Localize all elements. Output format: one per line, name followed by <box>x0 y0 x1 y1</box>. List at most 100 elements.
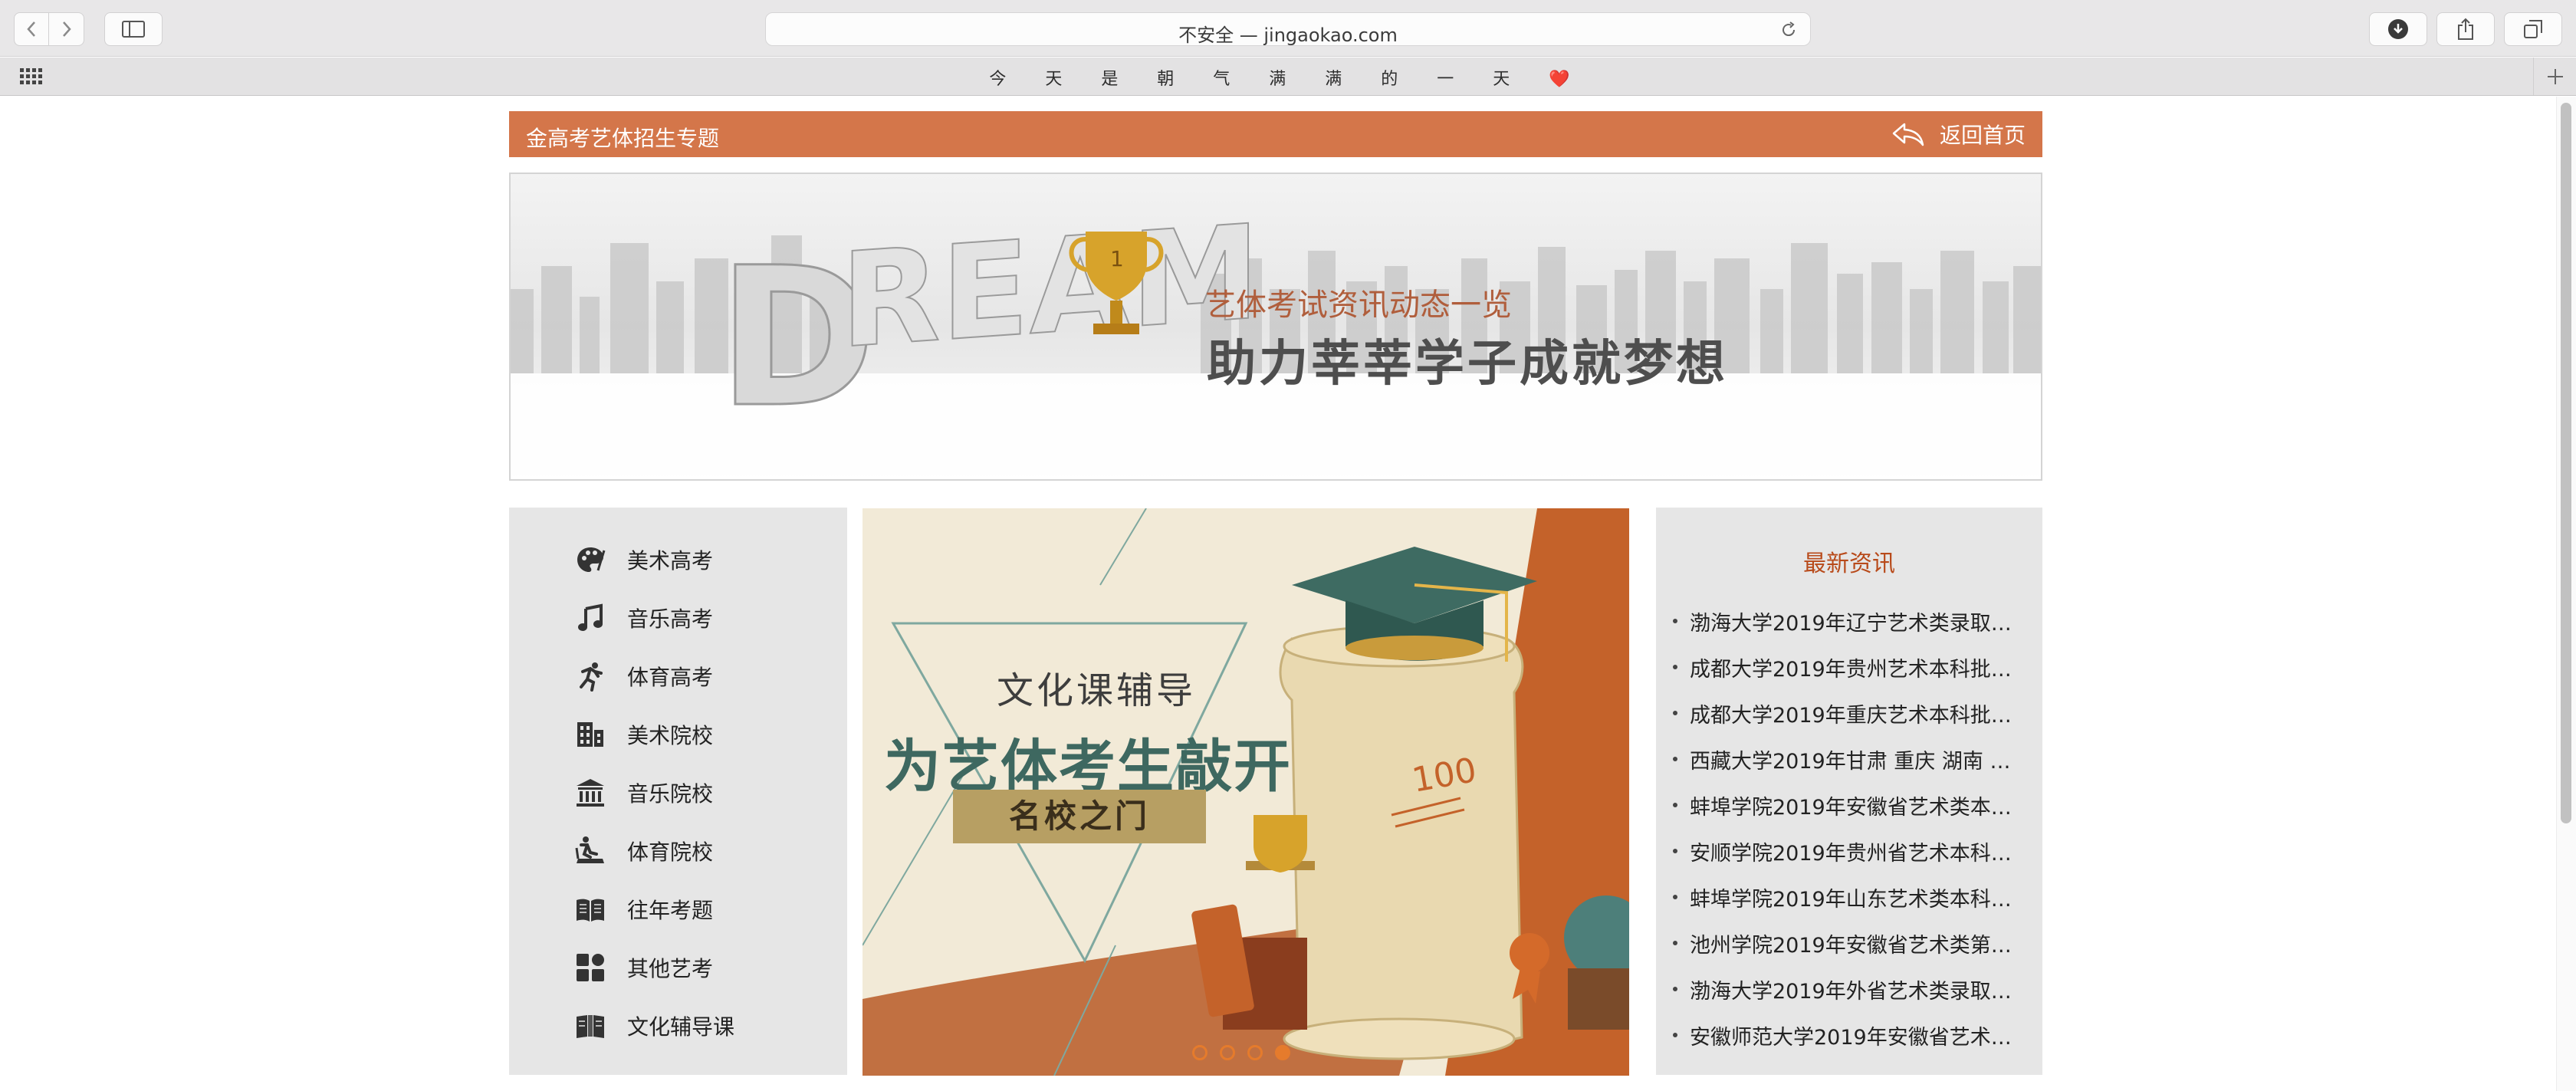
bullet-icon <box>1673 941 1677 945</box>
news-link[interactable]: 安徽师范大学2019年安徽省艺术… <box>1690 1020 2027 1050</box>
news-link[interactable]: 安顺学院2019年贵州省艺术本科… <box>1690 836 2027 866</box>
slide-ribbon: 名校之门 <box>953 790 1206 843</box>
topic-header-bar: 金高考艺体招生专题 返回首页 <box>509 111 2042 157</box>
news-item[interactable]: 西藏大学2019年甘肃 重庆 湖南 … <box>1670 736 2030 782</box>
nav-label: 美术高考 <box>627 548 714 573</box>
news-item[interactable]: 成都大学2019年重庆艺术本科批… <box>1670 690 2030 736</box>
nav-item-music-exam[interactable]: 音乐高考 <box>572 596 713 639</box>
news-title: 最新资讯 <box>1803 550 1895 577</box>
bullet-icon <box>1673 665 1677 669</box>
nav-item-sports-colleges[interactable]: 体育院校 <box>572 830 713 872</box>
address-bar[interactable]: 不安全 — jingaokao.com <box>765 12 1811 46</box>
nav-label: 美术院校 <box>627 723 714 748</box>
nav-label: 往年考题 <box>627 898 714 923</box>
category-nav: 美术高考 音乐高考 体育高考 美术院校 音乐院校 体育院校 往年考题 其他艺考 … <box>509 508 847 1075</box>
slide-kicker: 文化课辅导 <box>997 669 1197 712</box>
treadmill-icon <box>572 833 609 869</box>
share-button[interactable] <box>2436 12 2495 46</box>
carousel-dot[interactable] <box>1247 1045 1263 1060</box>
palette-icon <box>572 541 609 578</box>
nav-label: 体育院校 <box>627 840 714 865</box>
nav-item-art-exam[interactable]: 美术高考 <box>572 538 713 581</box>
news-link[interactable]: 西藏大学2019年甘肃 重庆 湖南 … <box>1690 744 2027 774</box>
dream-logo-text-rest: REAM <box>840 197 1260 378</box>
latest-news-panel: 最新资讯 渤海大学2019年辽宁艺术类录取… 成都大学2019年贵州艺术本科批…… <box>1656 508 2042 1075</box>
nav-label: 音乐高考 <box>627 606 714 632</box>
sidebar-icon <box>122 21 145 38</box>
new-tab-button[interactable] <box>2533 58 2576 95</box>
nav-label: 音乐院校 <box>627 781 714 807</box>
banner-headline: 助力莘莘学子成就梦想 <box>1207 336 1728 393</box>
grid-icon <box>572 949 609 986</box>
news-link[interactable]: 成都大学2019年重庆艺术本科批… <box>1690 698 2027 728</box>
tabs-overview-button[interactable] <box>2504 12 2562 46</box>
building-icon <box>572 716 609 753</box>
news-item[interactable]: 安徽师范大学2019年安徽省艺术… <box>1670 1012 2030 1058</box>
promo-carousel[interactable]: 100 文化课辅导 为艺体考生敲开 名校之门 <box>863 508 1629 1076</box>
plus-icon <box>2547 68 2563 84</box>
tabs-icon <box>2524 20 2542 38</box>
back-button[interactable] <box>14 12 49 46</box>
news-item[interactable]: 渤海大学2019年辽宁艺术类录取… <box>1670 598 2030 644</box>
bullet-icon <box>1673 757 1677 761</box>
news-link[interactable]: 蚌埠学院2019年山东艺术类本科… <box>1690 882 2027 912</box>
url-text: 不安全 — jingaokao.com <box>1178 25 1398 46</box>
bullet-icon <box>1673 1033 1677 1037</box>
carousel-dot[interactable] <box>1192 1045 1208 1060</box>
svg-text:1: 1 <box>1110 246 1124 271</box>
return-home-link[interactable]: 返回首页 <box>1891 119 2026 150</box>
news-item[interactable]: 蚌埠学院2019年山东艺术类本科… <box>1670 874 2030 920</box>
favorites-message: 今 天 是 朝 气 满 满 的 一 天 ❤️ <box>989 70 1587 89</box>
sidebar-toggle-button[interactable] <box>104 12 163 46</box>
dream-banner: D REAM 1 艺体考试资讯动态一览 助力莘莘学子成就梦想 <box>509 173 2042 481</box>
institution-icon <box>572 774 609 811</box>
nav-item-music-colleges[interactable]: 音乐院校 <box>572 771 713 814</box>
news-item[interactable]: 渤海大学2019年外省艺术类录取… <box>1670 966 2030 1012</box>
nav-item-sports-exam[interactable]: 体育高考 <box>572 655 713 698</box>
bullet-icon <box>1673 803 1677 807</box>
nav-item-past-papers[interactable]: 往年考题 <box>572 888 713 931</box>
news-list: 渤海大学2019年辽宁艺术类录取… 成都大学2019年贵州艺术本科批… 成都大学… <box>1670 598 2030 1058</box>
news-link[interactable]: 成都大学2019年贵州艺术本科批… <box>1690 652 2027 682</box>
news-item[interactable]: 成都大学2019年贵州艺术本科批… <box>1670 644 2030 690</box>
reading-book-icon <box>572 1007 609 1044</box>
carousel-dot[interactable] <box>1220 1045 1235 1060</box>
bullet-icon <box>1673 849 1677 853</box>
return-home-label: 返回首页 <box>1939 123 2026 148</box>
nav-item-art-colleges[interactable]: 美术院校 <box>572 713 713 756</box>
share-icon <box>2458 18 2473 40</box>
reply-arrow-icon <box>1892 123 1924 146</box>
nav-label: 体育高考 <box>627 665 714 690</box>
bullet-icon <box>1673 895 1677 899</box>
bullet-icon <box>1673 619 1677 623</box>
news-link[interactable]: 池州学院2019年安徽省艺术类第… <box>1690 928 2027 958</box>
browser-toolbar: 不安全 — jingaokao.com <box>0 0 2576 57</box>
topic-title: 金高考艺体招生专题 <box>526 126 720 151</box>
bullet-icon <box>1673 987 1677 991</box>
news-link[interactable]: 蚌埠学院2019年安徽省艺术类本… <box>1690 790 2027 820</box>
news-link[interactable]: 渤海大学2019年外省艺术类录取… <box>1690 974 2027 1004</box>
banner-subtitle: 艺体考试资讯动态一览 <box>1205 288 1512 323</box>
scrollbar-thumb[interactable] <box>2561 103 2571 823</box>
favorites-bar: 今 天 是 朝 气 满 满 的 一 天 ❤️ <box>0 58 2576 96</box>
book-open-icon <box>572 891 609 928</box>
nav-label: 文化辅导课 <box>627 1014 735 1040</box>
bullet-icon <box>1673 711 1677 715</box>
nav-label: 其他艺考 <box>627 956 714 981</box>
forward-button[interactable] <box>49 12 84 46</box>
reload-icon[interactable] <box>1779 21 1798 39</box>
download-icon <box>2388 19 2408 39</box>
carousel-dots <box>1192 1045 1290 1060</box>
news-item[interactable]: 池州学院2019年安徽省艺术类第… <box>1670 920 2030 966</box>
chevron-right-icon <box>62 21 71 37</box>
downloads-button[interactable] <box>2369 12 2427 46</box>
chevron-left-icon <box>27 21 35 37</box>
news-link[interactable]: 渤海大学2019年辽宁艺术类录取… <box>1690 606 2027 636</box>
nav-item-culture-tutoring[interactable]: 文化辅导课 <box>572 1004 734 1047</box>
nav-item-other-art-exams[interactable]: 其他艺考 <box>572 946 713 989</box>
news-item[interactable]: 蚌埠学院2019年安徽省艺术类本… <box>1670 782 2030 828</box>
carousel-dot-active[interactable] <box>1275 1045 1290 1060</box>
music-note-icon <box>572 600 609 636</box>
scroll-diploma-graphic <box>1279 625 1549 1060</box>
news-item[interactable]: 安顺学院2019年贵州省艺术本科… <box>1670 828 2030 874</box>
